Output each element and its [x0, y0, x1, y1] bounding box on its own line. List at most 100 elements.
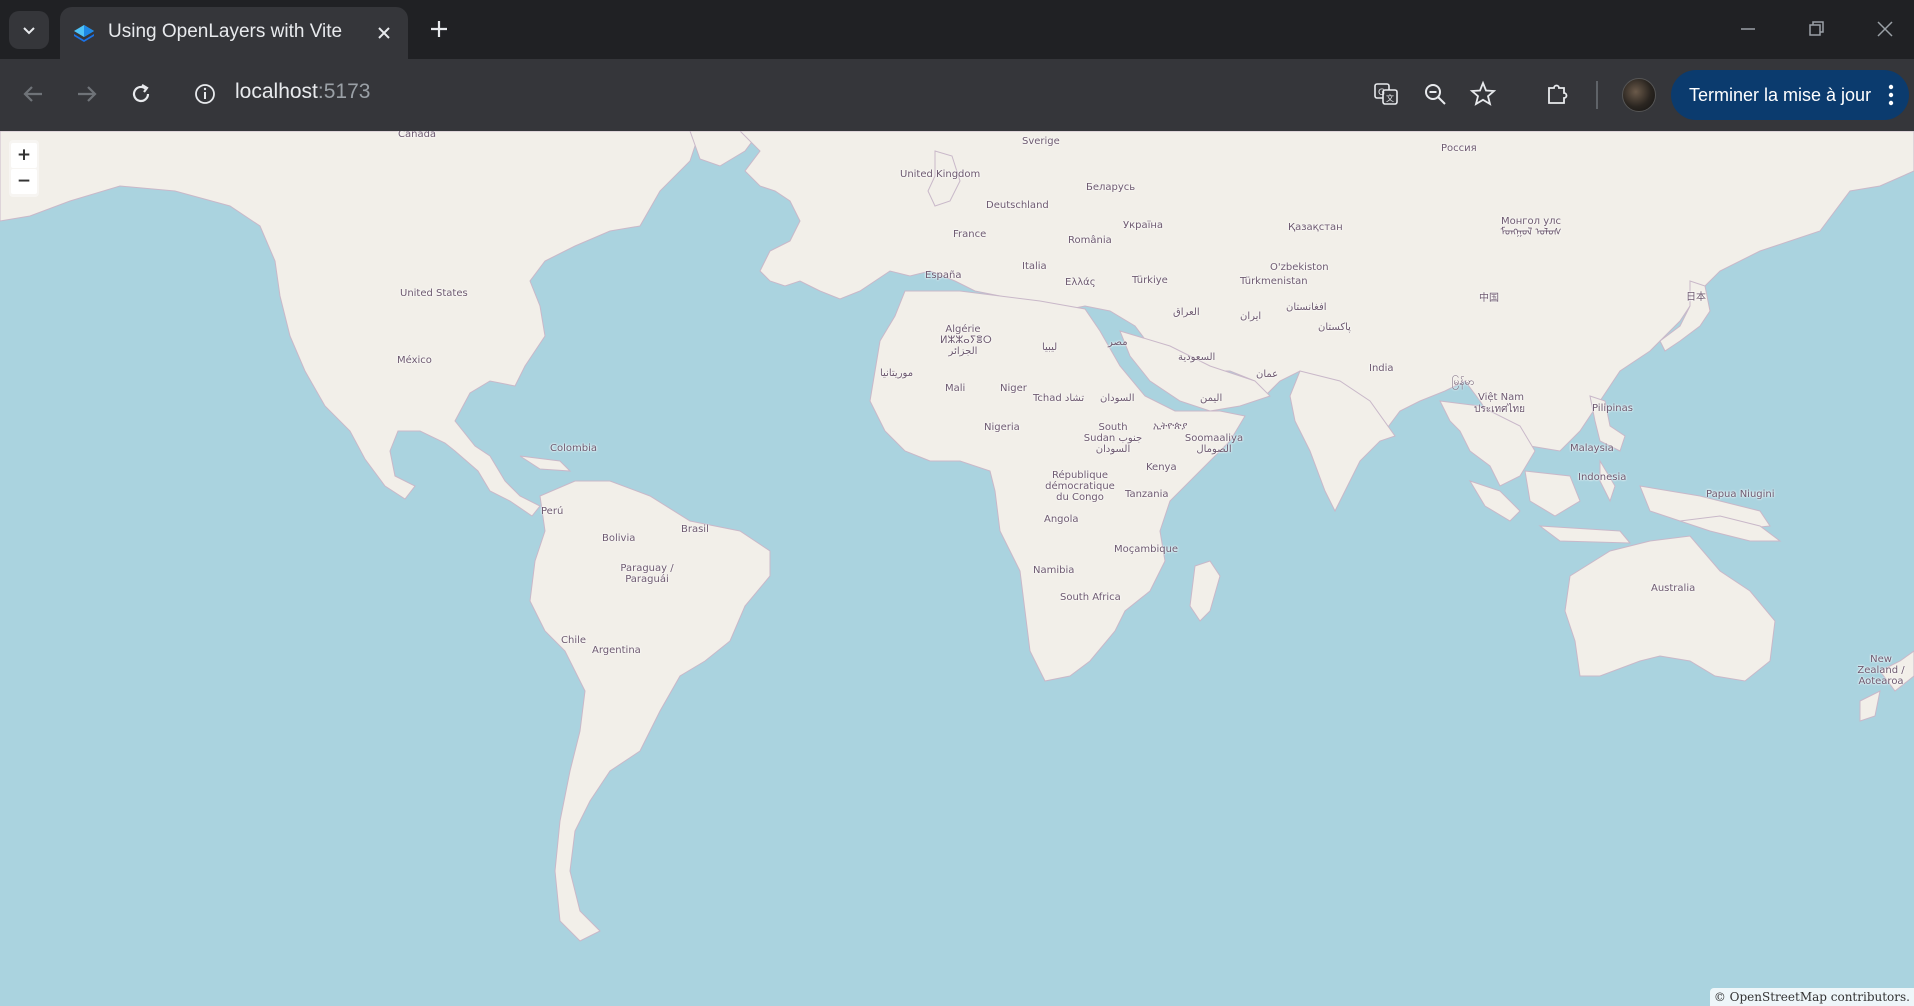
map-label: Kenya: [1146, 462, 1177, 473]
chevron-down-icon: [23, 27, 35, 35]
map-label: افغانستان: [1286, 302, 1327, 313]
url-host: localhost: [235, 80, 318, 103]
extensions-puzzle-icon[interactable]: [1543, 79, 1573, 109]
map-label: Россия: [1441, 143, 1477, 154]
back-arrow-icon[interactable]: [18, 79, 48, 109]
zoom-out-button[interactable]: −: [11, 169, 37, 194]
map-label: Sverige: [1022, 136, 1060, 147]
map-label: Україна: [1123, 220, 1164, 231]
map-label: Беларусь: [1086, 182, 1136, 193]
more-vert-icon[interactable]: [1887, 83, 1895, 107]
new-tab-plus-icon[interactable]: [426, 16, 452, 42]
map-label: 中国: [1479, 293, 1499, 304]
map-label: Nigeria: [984, 422, 1020, 433]
map-label: España: [925, 270, 962, 281]
map-label: Mali: [945, 383, 966, 394]
map-label: Moçambique: [1114, 544, 1179, 555]
map-label: România: [1068, 235, 1112, 246]
map-label: ایران: [1240, 311, 1262, 322]
map-label: India: [1369, 363, 1394, 374]
map-label: Canada: [398, 131, 437, 140]
site-info-icon[interactable]: [192, 81, 218, 107]
forward-arrow-icon[interactable]: [72, 79, 102, 109]
map-label: السعودية: [1178, 352, 1216, 363]
close-tab-icon[interactable]: [372, 21, 396, 45]
map-label: Argentina: [592, 645, 641, 656]
map-label: Pilipinas: [1592, 403, 1633, 414]
map-label: Perú: [541, 506, 564, 517]
map-label: Қазақстан: [1288, 222, 1343, 233]
map-label: Türkmenistan: [1240, 276, 1308, 287]
svg-text:文: 文: [1386, 93, 1394, 103]
map-label: اليمن: [1200, 393, 1223, 404]
finish-update-button[interactable]: Terminer la mise à jour: [1671, 70, 1909, 120]
map-label: السودان: [1100, 393, 1135, 404]
map-label: ليبيا: [1042, 342, 1058, 353]
map-label: Papua Niugini: [1706, 489, 1775, 500]
map-label: Colombia: [550, 443, 597, 454]
map-label: Bolivia: [602, 533, 636, 544]
map-label: United Kingdom: [900, 169, 981, 180]
toolbar-separator: [1596, 81, 1598, 109]
translate-icon[interactable]: G 文: [1371, 79, 1401, 109]
zoom-in-button[interactable]: +: [11, 143, 37, 168]
minimize-window-icon[interactable]: [1733, 14, 1763, 44]
zoom-out-magnifier-icon[interactable]: [1420, 79, 1450, 109]
browser-toolbar: localhost:5173 G 文 Terminer la mise à jo…: [0, 59, 1914, 131]
map-label: العراق: [1173, 307, 1200, 318]
map-label: New Zealand / Aotearoa: [1857, 654, 1905, 687]
map-label: Türkiye: [1132, 275, 1168, 286]
bookmark-star-icon[interactable]: [1468, 79, 1498, 109]
map-label: United States: [400, 288, 468, 299]
finish-update-label: Terminer la mise à jour: [1689, 84, 1872, 105]
tab-search-button[interactable]: [9, 11, 49, 49]
openlayers-logo-icon: [74, 25, 94, 42]
map-label: Tanzania: [1125, 489, 1169, 500]
map-label: 日本: [1686, 292, 1706, 303]
map-label: Niger: [1000, 383, 1027, 394]
svg-text:G: G: [1378, 88, 1385, 98]
reload-icon[interactable]: [126, 79, 156, 109]
tab-strip: Using OpenLayers with Vite: [0, 0, 1914, 59]
browser-tab-active[interactable]: Using OpenLayers with Vite: [60, 7, 408, 59]
tab-title: Using OpenLayers with Vite: [108, 21, 343, 42]
restore-window-icon[interactable]: [1801, 14, 1831, 44]
map-label: ประเทศไทย: [1474, 404, 1525, 415]
map-label: ኢትዮጵያ: [1153, 421, 1188, 432]
map-label: Malaysia: [1570, 443, 1614, 454]
address-bar[interactable]: localhost:5173: [235, 80, 370, 104]
world-basemap[interactable]: [0, 131, 1914, 1006]
map-label: Монгол улс ᠮᠣᠩᠭᠣᠯ ᠤᠯᠤᠰ: [1500, 216, 1562, 238]
map-label: South Africa: [1060, 592, 1121, 603]
map-label: México: [397, 355, 432, 366]
map-label: Indonesia: [1578, 472, 1627, 483]
map-viewport[interactable]: + − Canada Sverige Россия United Kingdom…: [0, 131, 1914, 1006]
map-label: Australia: [1651, 583, 1696, 594]
map-label: موريتانيا: [880, 368, 914, 379]
map-label: Tchad تشاد: [1033, 393, 1085, 404]
map-label: پاکستان: [1318, 322, 1351, 333]
map-label: မြန်မာ: [1452, 377, 1475, 388]
map-label: Deutschland: [986, 200, 1049, 211]
map-label: Ελλάς: [1065, 277, 1096, 288]
map-attribution[interactable]: © OpenStreetMap contributors.: [1709, 988, 1914, 1006]
map-label: République démocratique du Congo: [1045, 470, 1115, 503]
profile-avatar[interactable]: [1622, 78, 1656, 112]
map-label: South Sudan جنوب السودان: [1083, 422, 1143, 455]
zoom-control: + −: [9, 140, 39, 197]
map-label: Algérie ⵍⵣⵣⴰⵢⴻⵔ الجزائر: [940, 324, 992, 357]
map-label: Soomaaliya الصومال: [1184, 433, 1244, 455]
close-window-icon[interactable]: [1870, 14, 1900, 44]
map-label: مصر: [1108, 337, 1128, 348]
map-label: France: [953, 229, 987, 240]
url-port: :5173: [317, 80, 371, 103]
map-label: Italia: [1022, 261, 1047, 272]
map-label: Việt Nam: [1478, 392, 1525, 403]
map-label: Chile: [561, 635, 587, 646]
map-label: O'zbekiston: [1270, 262, 1329, 273]
map-label: Paraguay / Paraguái: [620, 563, 674, 585]
map-label: Angola: [1044, 514, 1079, 525]
map-label: Brasil: [681, 524, 709, 535]
map-label: عمان: [1256, 369, 1279, 380]
map-label: Namibia: [1033, 565, 1075, 576]
